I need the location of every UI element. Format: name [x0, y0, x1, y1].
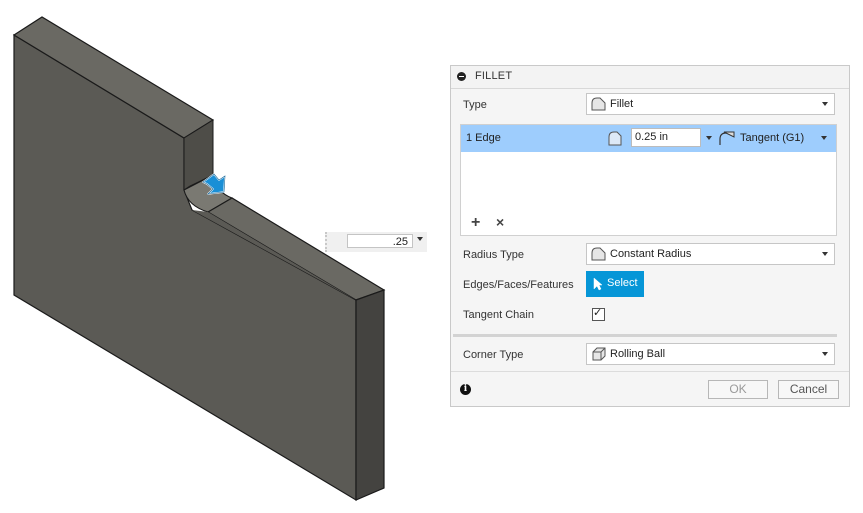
- fillet-icon: [591, 97, 606, 111]
- section-divider: [453, 334, 837, 337]
- continuity-value[interactable]: Tangent (G1): [740, 132, 804, 144]
- chevron-down-icon[interactable]: [706, 136, 712, 140]
- corner-type-label: Corner Type: [463, 349, 524, 361]
- tangent-chain-label: Tangent Chain: [463, 309, 534, 321]
- info-icon[interactable]: i: [460, 384, 471, 395]
- edge-selection-list: 1 Edge 0.25 in Tangent (G1) + ×: [460, 124, 837, 236]
- radius-type-dropdown[interactable]: Constant Radius: [586, 243, 835, 265]
- fillet-icon: [608, 131, 622, 146]
- select-button[interactable]: Select: [586, 271, 644, 297]
- chevron-down-icon[interactable]: [821, 136, 827, 140]
- type-label: Type: [463, 99, 487, 111]
- part-side-face: [355, 289, 385, 501]
- collapse-icon[interactable]: [457, 72, 466, 81]
- corner-type-value: Rolling Ball: [610, 348, 666, 360]
- chevron-down-icon[interactable]: [417, 237, 423, 241]
- inline-radius-value[interactable]: .25: [347, 234, 413, 248]
- radius-type-label: Radius Type: [463, 249, 524, 261]
- edge-set-label: 1 Edge: [466, 132, 501, 144]
- edge-set-row[interactable]: 1 Edge 0.25 in Tangent (G1): [461, 125, 836, 152]
- corner-icon: [592, 347, 606, 361]
- select-label: Select: [607, 277, 638, 289]
- corner-type-dropdown[interactable]: Rolling Ball: [586, 343, 835, 365]
- chevron-down-icon: [822, 252, 828, 256]
- dialog-header: FILLET: [451, 66, 849, 89]
- fillet-dialog: FILLET Type Fillet 1 Edge 0.25 in Tangen…: [450, 65, 850, 407]
- remove-icon[interactable]: ×: [496, 215, 504, 229]
- chevron-down-icon: [822, 102, 828, 106]
- ok-button[interactable]: OK: [708, 380, 768, 399]
- type-value: Fillet: [610, 98, 634, 110]
- edge-radius-input[interactable]: 0.25 in: [631, 128, 701, 147]
- footer-divider: [451, 371, 849, 372]
- cancel-button[interactable]: Cancel: [778, 380, 839, 399]
- chevron-down-icon: [822, 352, 828, 356]
- dialog-title: FILLET: [475, 70, 513, 82]
- tangent-icon: [719, 131, 735, 145]
- type-dropdown[interactable]: Fillet: [586, 93, 835, 115]
- tangent-chain-checkbox[interactable]: ✓: [592, 307, 605, 321]
- edges-faces-features-label: Edges/Faces/Features: [463, 279, 574, 291]
- add-icon[interactable]: +: [471, 215, 480, 231]
- inline-radius-input[interactable]: .25: [325, 232, 427, 252]
- select-arrow-icon: [593, 277, 603, 291]
- radius-type-value: Constant Radius: [610, 248, 692, 260]
- checkmark-icon: ✓: [593, 307, 603, 319]
- fillet-icon: [591, 247, 606, 261]
